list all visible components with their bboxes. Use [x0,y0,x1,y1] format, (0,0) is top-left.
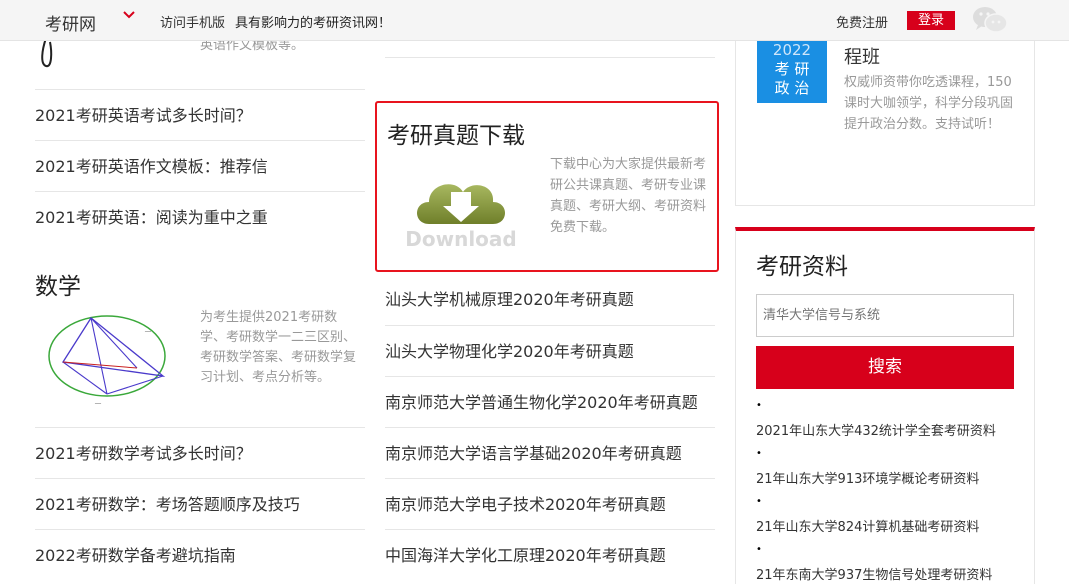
math-link-3[interactable]: 2022考研数学备考避坑指南 [35,529,365,580]
math-thumbnail[interactable]: __ __ [45,312,180,404]
download-center-title[interactable]: 考研真题下载 [387,116,525,150]
resource-item-label[interactable]: 21年山东大学913环境学概论考研资料 [756,472,979,487]
resource-item-label[interactable]: 21年东南大学937生物信号处理考研资料 [756,568,992,583]
exam-link-1[interactable]: 汕头大学机械原理2020年考研真题 [385,274,715,325]
svg-text:Download: Download [405,227,516,251]
resources-search-input[interactable] [756,294,1014,337]
top-bar: 考研网 访问手机版 具有影响力的考研资讯网！ 免费注册 登录 [0,0,1069,41]
resources-search-button[interactable]: 搜索 [756,346,1014,389]
exam-link-5[interactable]: 南京师范大学电子技术2020年考研真题 [385,478,715,529]
download-center-desc: 下载中心为大家提供最新考研公共课真题、考研专业课真题、考研大纲、考研资料免费下载… [550,157,707,235]
exam-link-4[interactable]: 南京师范大学语言学基础2020年考研真题 [385,427,715,478]
english-link-1[interactable]: 2021考研英语考试多长时间？ [35,89,365,140]
math-section-title[interactable]: 数学 [35,267,81,301]
english-link-2[interactable]: 2021考研英语作文模板：推荐信 [35,140,365,191]
resources-panel: 考研资料 搜索 • 2021年山东大学432统计学全套考研资料 • 21年山东大… [735,227,1035,584]
bullet: • [756,496,762,507]
login-button[interactable]: 登录 [907,11,955,30]
math-link-1[interactable]: 2021考研数学考试多长时间？ [35,427,365,478]
course-badge-year: 2022 [772,41,812,59]
chevron-down-icon[interactable] [122,8,136,22]
course-card[interactable]: 2022 考 研 政 治 程班 权威师资带你吃透课程，150课时大咖领学，科学分… [735,41,1035,206]
svg-text:__: __ [144,325,152,332]
resource-item-label[interactable]: 21年山东大学824计算机基础考研资料 [756,520,979,535]
exam-link-2[interactable]: 汕头大学物理化学2020年考研真题 [385,325,715,376]
course-badge-line1: 考 研 [774,60,810,78]
bullet: • [756,400,762,411]
resource-item[interactable]: • 2021年山东大学432统计学全套考研资料 [756,398,1026,439]
svg-text:__: __ [94,397,102,404]
resource-item[interactable]: • 21年山东大学824计算机基础考研资料 [756,494,1026,535]
register-link[interactable]: 免费注册 [836,12,888,31]
exam-link-6[interactable]: 中国海洋大学化工原理2020年考研真题 [385,529,715,580]
course-badge[interactable]: 2022 考 研 政 治 [757,41,827,103]
download-center-box[interactable]: 考研真题下载 Download 下载中心为大家提供最新考研公共课真题、考研专业课… [375,101,719,272]
resource-item[interactable]: • 21年东南大学937生物信号处理考研资料 [756,542,1026,583]
exam-link-3[interactable]: 南京师范大学普通生物化学2020年考研真题 [385,376,715,427]
bullet: • [756,448,762,459]
site-slogan: 具有影响力的考研资讯网！ [235,16,392,31]
mobile-version-link[interactable]: 访问手机版 [160,12,225,31]
site-name-link[interactable]: 考研网 [45,10,96,35]
bullet: • [756,544,762,555]
resource-item[interactable]: • 21年山东大学913环境学概论考研资料 [756,446,1026,487]
course-badge-line2: 政 治 [774,79,810,97]
course-title[interactable]: 程班 [844,43,880,69]
wechat-icon[interactable] [970,4,1010,36]
math-link-2[interactable]: 2021考研数学：考场答题顺序及技巧 [35,478,365,529]
english-link-3[interactable]: 2021考研英语：阅读为重中之重 [35,191,365,242]
math-section-desc: 为考生提供2021考研数学、考研数学一二三区别、考研数学答案、考研数学复习计划、… [200,310,357,385]
resources-title: 考研资料 [756,254,848,280]
course-desc: 权威师资带你吃透课程，150课时大咖领学，科学分段巩固提升政治分数。支持试听！ [844,75,1014,132]
resource-item-label[interactable]: 2021年山东大学432统计学全套考研资料 [756,424,996,439]
download-cloud-icon[interactable]: Download [399,166,524,251]
divider [385,57,715,58]
